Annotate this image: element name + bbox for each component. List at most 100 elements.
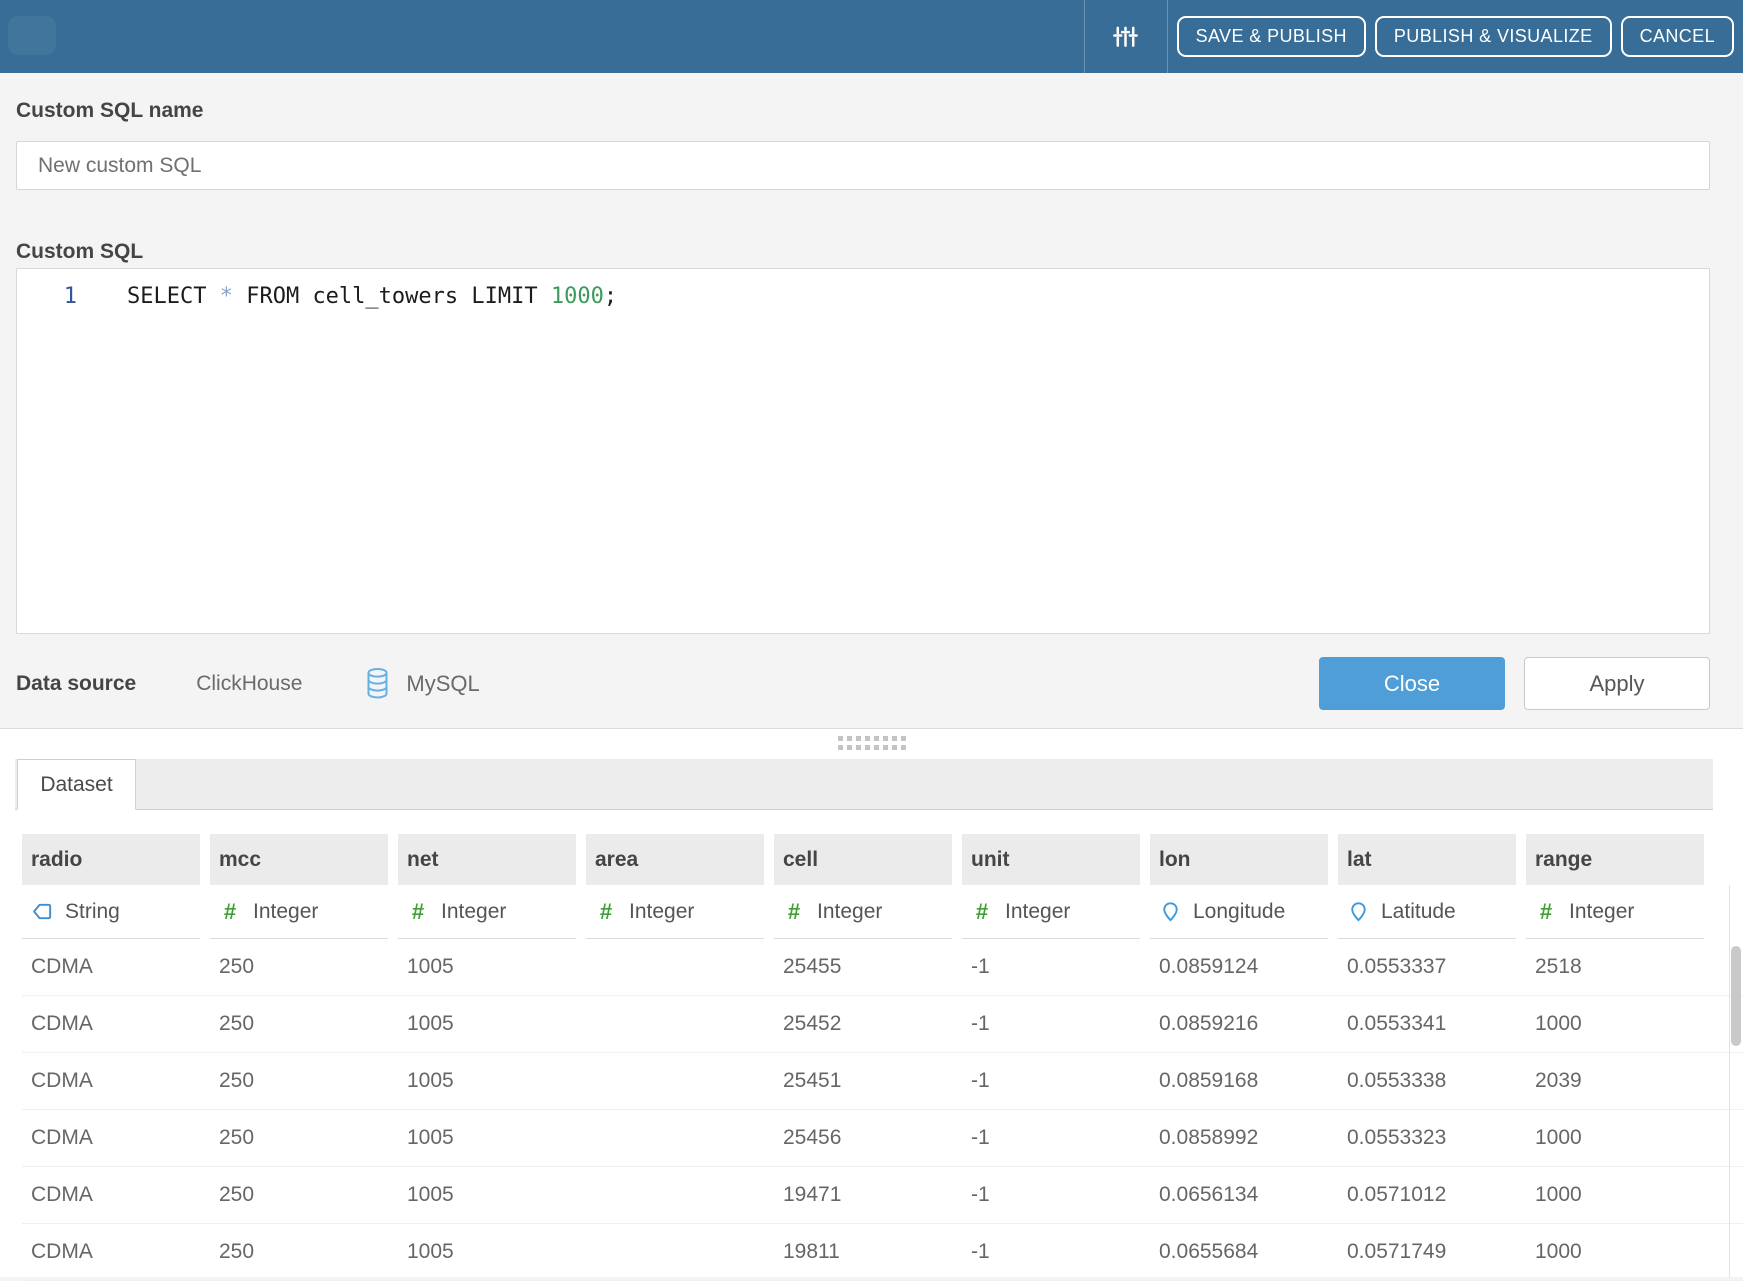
column-header-lat[interactable]: lat xyxy=(1338,834,1526,885)
sql-editor[interactable]: 1 SELECT * FROM cell_towers LIMIT 1000; xyxy=(16,268,1710,634)
table-cell: 0.0859216 xyxy=(1150,996,1338,1052)
table-cell: CDMA xyxy=(22,1110,210,1166)
column-type-mcc[interactable]: #Integer xyxy=(210,885,388,939)
table-row: CDMA250100519471-10.06561340.05710121000 xyxy=(22,1167,1743,1224)
column-type-lat[interactable]: Latitude xyxy=(1338,885,1516,939)
publish-and-visualize-button[interactable]: PUBLISH & VISUALIZE xyxy=(1375,16,1612,57)
datasource-database-name: MySQL xyxy=(406,671,479,697)
sliders-icon[interactable] xyxy=(1085,0,1167,73)
column-type-range[interactable]: #Integer xyxy=(1526,885,1704,939)
column-type-unit[interactable]: #Integer xyxy=(962,885,1140,939)
table-cell: 1005 xyxy=(398,939,586,995)
table-cell: 0.0655684 xyxy=(1150,1224,1338,1280)
table-cell: 0.0859124 xyxy=(1150,939,1338,995)
datasource-row: Data source ClickHouse MySQL Close Apply xyxy=(16,657,1710,710)
column-header-unit[interactable]: unit xyxy=(962,834,1150,885)
table-cell: -1 xyxy=(962,1224,1150,1280)
table-cell: 1000 xyxy=(1526,1167,1714,1223)
table-cell: CDMA xyxy=(22,1224,210,1280)
column-header-radio[interactable]: radio xyxy=(22,834,210,885)
table-cell: CDMA xyxy=(22,996,210,1052)
datasource-label: Data source xyxy=(16,672,136,696)
table-cell: 1005 xyxy=(398,1224,586,1280)
column-header-area[interactable]: area xyxy=(586,834,774,885)
table-cell: 250 xyxy=(210,939,398,995)
table-row: CDMA250100519811-10.06556840.05717491000 xyxy=(22,1224,1743,1281)
toolbar-left-button[interactable] xyxy=(8,16,56,55)
column-header-range[interactable]: range xyxy=(1526,834,1714,885)
integer-type-icon: # xyxy=(217,899,243,925)
table-cell: -1 xyxy=(962,939,1150,995)
table-cell: 0.0858992 xyxy=(1150,1110,1338,1166)
column-type-lon[interactable]: Longitude xyxy=(1150,885,1328,939)
table-cell: 25452 xyxy=(774,996,962,1052)
table-cell xyxy=(586,996,774,1052)
table-cell: CDMA xyxy=(22,1167,210,1223)
table-cell: 250 xyxy=(210,996,398,1052)
cancel-button[interactable]: CANCEL xyxy=(1621,16,1734,57)
column-type-net[interactable]: #Integer xyxy=(398,885,576,939)
string-type-icon xyxy=(29,900,55,923)
table-cell: 2518 xyxy=(1526,939,1714,995)
sql-code: SELECT * FROM cell_towers LIMIT 1000; xyxy=(127,282,617,312)
close-button[interactable]: Close xyxy=(1319,657,1505,710)
column-header-lon[interactable]: lon xyxy=(1150,834,1338,885)
integer-type-icon: # xyxy=(1533,899,1559,925)
custom-sql-form: Custom SQL name Custom SQL 1 SELECT * FR… xyxy=(0,99,1743,710)
column-type-area[interactable]: #Integer xyxy=(586,885,764,939)
table-cell: 1005 xyxy=(398,1110,586,1166)
table-cell: 250 xyxy=(210,1224,398,1280)
table-cell: 250 xyxy=(210,1110,398,1166)
integer-type-icon: # xyxy=(405,899,431,925)
table-cell: 0.0553338 xyxy=(1338,1053,1526,1109)
table-cell: CDMA xyxy=(22,1053,210,1109)
column-header-cell[interactable]: cell xyxy=(774,834,962,885)
table-cell: 0.0553323 xyxy=(1338,1110,1526,1166)
dataset-panel: Dataset radiomccnetareacellunitlonlatran… xyxy=(0,728,1743,1277)
save-and-publish-button[interactable]: SAVE & PUBLISH xyxy=(1177,16,1366,57)
table-cell: 0.0553341 xyxy=(1338,996,1526,1052)
table-cell xyxy=(586,1224,774,1280)
longitude-type-icon xyxy=(1157,900,1183,923)
table-type-row: String#Integer#Integer#Integer#Integer#I… xyxy=(22,885,1743,939)
table-cell: 1005 xyxy=(398,1167,586,1223)
table-cell: 1000 xyxy=(1526,996,1714,1052)
vertical-scrollbar-track xyxy=(1729,885,1730,1278)
panel-resize-handle[interactable] xyxy=(0,729,1743,757)
table-cell: 0.0859168 xyxy=(1150,1053,1338,1109)
table-cell: 0.0656134 xyxy=(1150,1167,1338,1223)
integer-type-icon: # xyxy=(593,899,619,925)
topbar-divider xyxy=(1167,0,1168,73)
table-cell: 19471 xyxy=(774,1167,962,1223)
table-cell: 1000 xyxy=(1526,1110,1714,1166)
integer-type-icon: # xyxy=(969,899,995,925)
table-row: CDMA250100525455-10.08591240.05533372518 xyxy=(22,939,1743,996)
table-cell: 25456 xyxy=(774,1110,962,1166)
table-cell: 0.0571012 xyxy=(1338,1167,1526,1223)
table-cell: -1 xyxy=(962,996,1150,1052)
table-cell: 1005 xyxy=(398,1053,586,1109)
database-icon xyxy=(364,667,391,700)
column-type-cell[interactable]: #Integer xyxy=(774,885,952,939)
table-row: CDMA250100525456-10.08589920.05533231000 xyxy=(22,1110,1743,1167)
dataset-preview-table: radiomccnetareacellunitlonlatrange Strin… xyxy=(22,834,1743,1281)
table-cell: 250 xyxy=(210,1167,398,1223)
column-header-mcc[interactable]: mcc xyxy=(210,834,398,885)
datasource-engine: ClickHouse xyxy=(196,672,302,696)
table-cell xyxy=(586,1053,774,1109)
custom-sql-name-input[interactable] xyxy=(16,141,1710,190)
tab-dataset[interactable]: Dataset xyxy=(17,759,136,810)
integer-type-icon: # xyxy=(781,899,807,925)
table-cell: 250 xyxy=(210,1053,398,1109)
latitude-type-icon xyxy=(1345,900,1371,923)
drag-dots-icon xyxy=(838,736,906,750)
table-cell: 0.0571749 xyxy=(1338,1224,1526,1280)
table-cell: 19811 xyxy=(774,1224,962,1280)
editor-line: 1 SELECT * FROM cell_towers LIMIT 1000; xyxy=(17,282,1709,312)
vertical-scrollbar-thumb[interactable] xyxy=(1731,946,1741,1046)
apply-button[interactable]: Apply xyxy=(1524,657,1710,710)
custom-sql-label: Custom SQL xyxy=(16,240,1710,264)
column-header-net[interactable]: net xyxy=(398,834,586,885)
column-type-radio[interactable]: String xyxy=(22,885,200,939)
line-number: 1 xyxy=(17,282,77,312)
